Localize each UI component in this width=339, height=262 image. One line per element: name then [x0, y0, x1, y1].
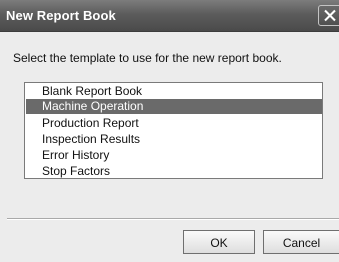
footer-divider-highlight: [7, 219, 339, 220]
ok-button[interactable]: OK: [183, 230, 255, 254]
instruction-text: Select the template to use for the new r…: [13, 51, 282, 65]
template-item-inspection-results[interactable]: Inspection Results: [26, 132, 322, 147]
template-item-error-history[interactable]: Error History: [26, 148, 322, 163]
template-listbox[interactable]: Blank Report Book Machine Operation Prod…: [24, 82, 323, 179]
cancel-button[interactable]: Cancel: [263, 230, 339, 254]
close-button[interactable]: [318, 5, 339, 26]
template-item-stop-factors[interactable]: Stop Factors: [26, 164, 322, 179]
template-item-blank-report-book[interactable]: Blank Report Book: [26, 84, 322, 99]
title-bar[interactable]: New Report Book: [0, 0, 339, 32]
dialog-title: New Report Book: [6, 8, 116, 23]
close-icon: [324, 9, 336, 22]
dialog-window: New Report Book Select the template to u…: [0, 0, 339, 262]
template-item-production-report[interactable]: Production Report: [26, 116, 322, 131]
template-item-machine-operation[interactable]: Machine Operation: [26, 99, 322, 114]
